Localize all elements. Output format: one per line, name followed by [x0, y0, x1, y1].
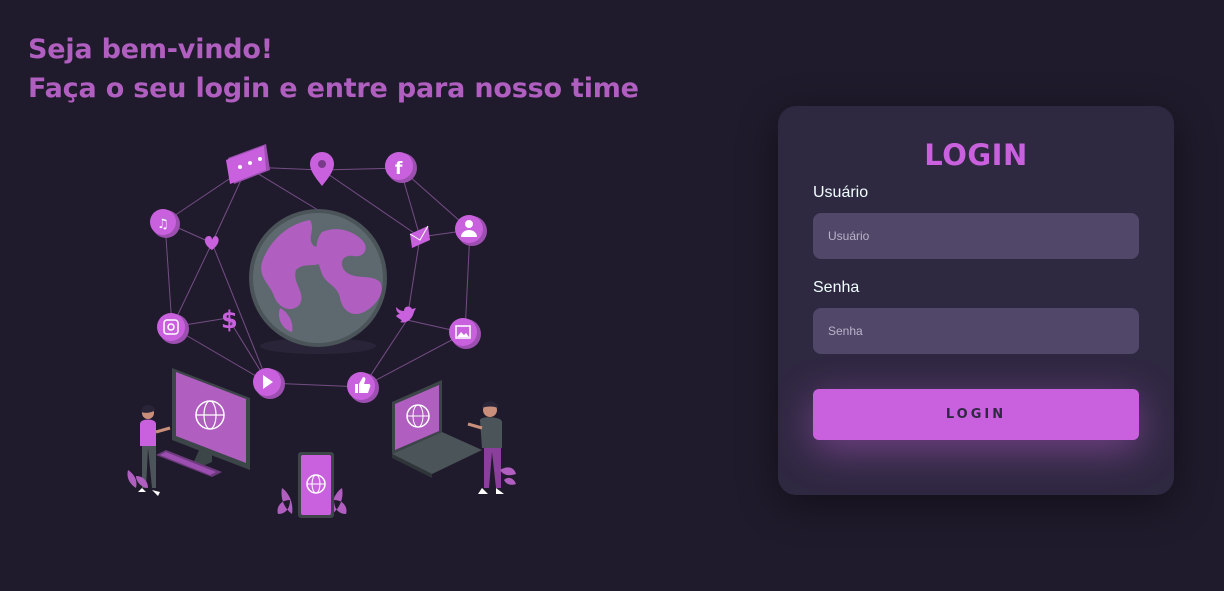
login-button[interactable]: LOGIN	[813, 389, 1139, 440]
desktop-icon	[156, 368, 250, 477]
username-label: Usuário	[813, 184, 869, 201]
user-icon	[455, 215, 487, 246]
chat-icon	[226, 144, 270, 184]
network-illustration: f ♫ $	[127, 144, 516, 518]
username-input[interactable]	[813, 213, 1139, 259]
heart-icon	[204, 236, 219, 250]
music-icon: ♫	[150, 209, 180, 238]
laptop-icon	[392, 380, 482, 478]
instagram-icon	[157, 313, 189, 344]
svg-text:f: f	[395, 159, 403, 179]
mail-icon	[409, 225, 430, 248]
smartphone-icon	[277, 452, 347, 518]
globe-icon	[249, 209, 387, 354]
twitter-icon	[396, 306, 416, 323]
like-icon	[347, 372, 379, 403]
dollar-icon: $	[221, 306, 238, 334]
welcome-title: Seja bem-vindo!	[28, 34, 273, 65]
location-pin-icon	[310, 152, 334, 186]
password-input[interactable]	[813, 308, 1139, 354]
welcome-subtitle: Faça o seu login e entre para nosso time	[28, 73, 639, 104]
welcome-heading: Seja bem-vindo! Faça o seu login e entre…	[28, 30, 639, 108]
login-title: LOGIN	[924, 138, 1028, 172]
facebook-icon: f	[385, 152, 417, 183]
login-card: LOGIN Usuário Senha LOGIN	[778, 106, 1174, 495]
password-label: Senha	[813, 279, 860, 296]
svg-text:♫: ♫	[157, 217, 169, 232]
woman-figure	[127, 404, 171, 496]
login-page: Seja bem-vindo! Faça o seu login e entre…	[0, 0, 1224, 591]
image-icon	[449, 318, 481, 349]
svg-text:$: $	[221, 306, 238, 334]
play-icon	[253, 368, 285, 399]
